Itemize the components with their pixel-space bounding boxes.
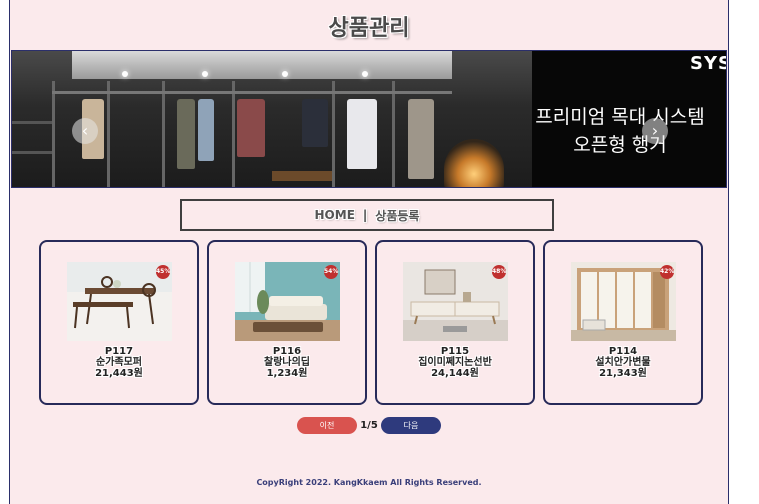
sofa-living-room-image: 54%: [235, 262, 340, 341]
product-name: 집이미쩨지논선반: [418, 357, 492, 368]
pagination: 이전 1/5 다음: [297, 417, 441, 434]
product-price: 1,234원: [266, 368, 308, 379]
product-name: 찰랑나의딥: [264, 357, 310, 368]
banner-next-arrow-icon[interactable]: ›: [642, 118, 668, 144]
banner-headline: 프리미엄 목대 시스템 오픈형 행거: [520, 103, 720, 159]
discount-badge: 48%: [492, 265, 506, 279]
page-title: 상품관리: [328, 16, 410, 41]
product-name: 설치안가변물: [595, 357, 651, 368]
footer-copyright: CopyRight 2022. KangKkaem All Rights Res…: [256, 478, 482, 487]
breadcrumb-home[interactable]: HOME: [315, 208, 355, 222]
banner-headline-line2: 오픈형 행거: [573, 134, 667, 156]
tv-console-image: 48%: [403, 262, 508, 341]
product-info: P116 찰랑나의딥 1,234원: [209, 346, 365, 379]
product-info: P117 순가족모퍼 21,443원: [41, 346, 197, 379]
banner-prev-arrow-icon[interactable]: ‹: [72, 118, 98, 144]
product-code: P114: [608, 346, 638, 357]
product-price: 21,343원: [599, 368, 647, 379]
page-container: 상품관리 SYS: [9, 0, 729, 504]
next-page-button[interactable]: 다음: [381, 417, 441, 434]
discount-badge: 42%: [660, 265, 674, 279]
product-name: 순가족모퍼: [96, 357, 142, 368]
discount-badge: 45%: [156, 265, 170, 279]
breadcrumb: HOME | 상품등록: [180, 199, 554, 231]
product-card[interactable]: 42% P114 설치안가변물 21,343원: [543, 240, 703, 405]
prev-page-button[interactable]: 이전: [297, 417, 357, 434]
breadcrumb-separator: |: [362, 208, 368, 222]
product-price: 21,443원: [95, 368, 143, 379]
banner-slider: SYS 프리미엄 목대 시스템 오픈형 행거 ‹ ›: [11, 50, 727, 188]
product-price: 24,144원: [431, 368, 479, 379]
product-code: P116: [272, 346, 302, 357]
discount-badge: 54%: [324, 265, 338, 279]
product-card[interactable]: 54% P116 찰랑나의딥 1,234원: [207, 240, 367, 405]
product-card[interactable]: 45% P117 순가족모퍼 21,443원: [39, 240, 199, 405]
page-indicator: 1/5: [360, 420, 378, 431]
banner-headline-line1: 프리미엄 목대 시스템: [535, 106, 705, 128]
product-info: P114 설치안가변물 21,343원: [545, 346, 701, 379]
product-code: P117: [104, 346, 134, 357]
product-info: P115 집이미쩨지논선반 24,144원: [377, 346, 533, 379]
banner-brand: SYS: [690, 53, 726, 74]
wardrobe-closet-image: 42%: [571, 262, 676, 341]
dining-table-image: 45%: [67, 262, 172, 341]
product-card[interactable]: 48% P115 집이미쩨지논선반 24,144원: [375, 240, 535, 405]
breadcrumb-current: 상품등록: [375, 208, 420, 223]
product-code: P115: [440, 346, 470, 357]
